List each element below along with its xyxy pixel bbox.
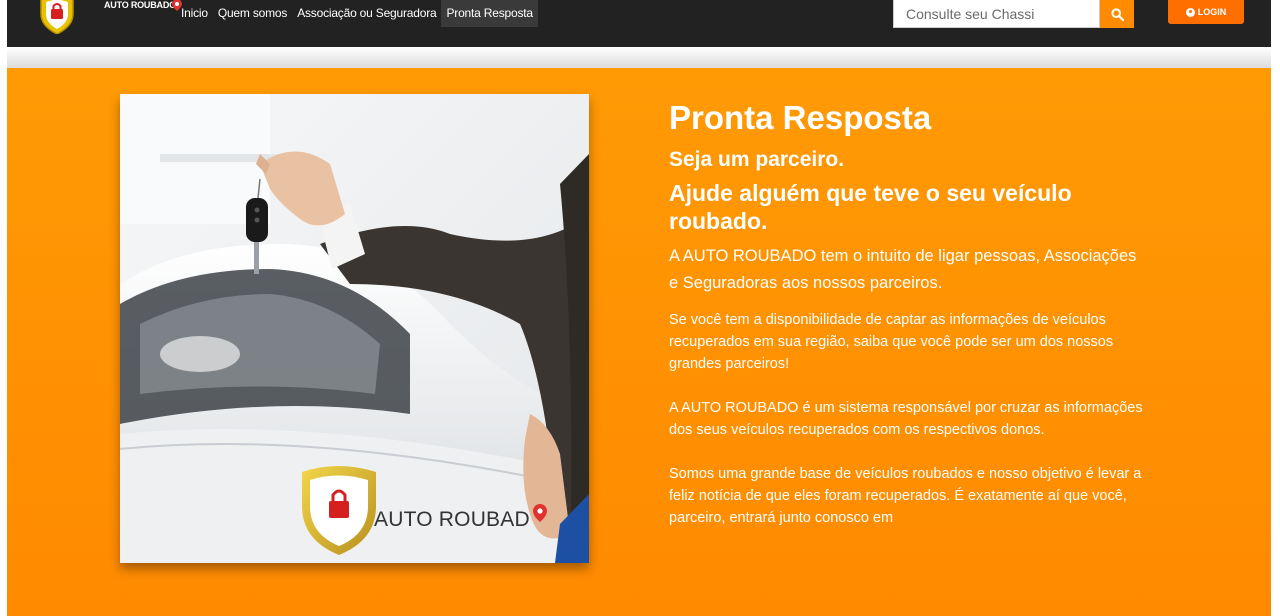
top-navbar: AUTO ROUBADO Inicio Quem somos Associaçã… [7,0,1271,47]
image-logo-text: AUTO ROUBAD [374,508,530,531]
nav-quem-somos[interactable]: Quem somos [213,0,292,27]
nav-inicio[interactable]: Inicio [176,0,213,27]
chassis-search-input[interactable] [893,0,1100,28]
brand-logo-text: AUTO ROUBADO [104,0,176,10]
brand-logo[interactable]: AUTO ROUBADO [37,0,182,34]
hero-photo-car-keys: AUTO ROUBAD [120,94,589,563]
search-icon [1110,7,1124,21]
login-button[interactable]: LOGIN [1168,0,1244,24]
main-nav: Inicio Quem somos Associação ou Segurado… [176,0,538,28]
hero-paragraph-1: Se você tem a disponibilidade de captar … [669,312,1114,372]
hero-paragraph-2: A AUTO ROUBADO é um sistema responsável … [669,400,1143,438]
hero-lead-text: A AUTO ROUBADO tem o intuito de ligar pe… [669,247,1137,292]
user-circle-icon [1185,7,1195,17]
nav-pronta-resposta[interactable]: Pronta Resposta [441,0,538,27]
header-divider [7,47,1271,68]
login-label: LOGIN [1197,7,1227,17]
hero-text-column: Pronta Resposta Seja um parceiro. Ajude … [669,96,1149,529]
hero-subtitle: Seja um parceiro. [669,148,845,171]
hero-paragraph-3: Somos uma grande base de veículos roubad… [669,466,1142,526]
hero-section: AUTO ROUBAD Pronta Resposta Seja um parc… [7,68,1271,616]
shield-lock-icon [40,0,74,34]
hero-tagline: Ajude alguém que teve o seu veículo roub… [669,180,1072,234]
page-title: Pronta Resposta [669,99,932,136]
search-button[interactable] [1100,0,1134,28]
nav-associacao-seguradora[interactable]: Associação ou Seguradora [292,0,441,27]
